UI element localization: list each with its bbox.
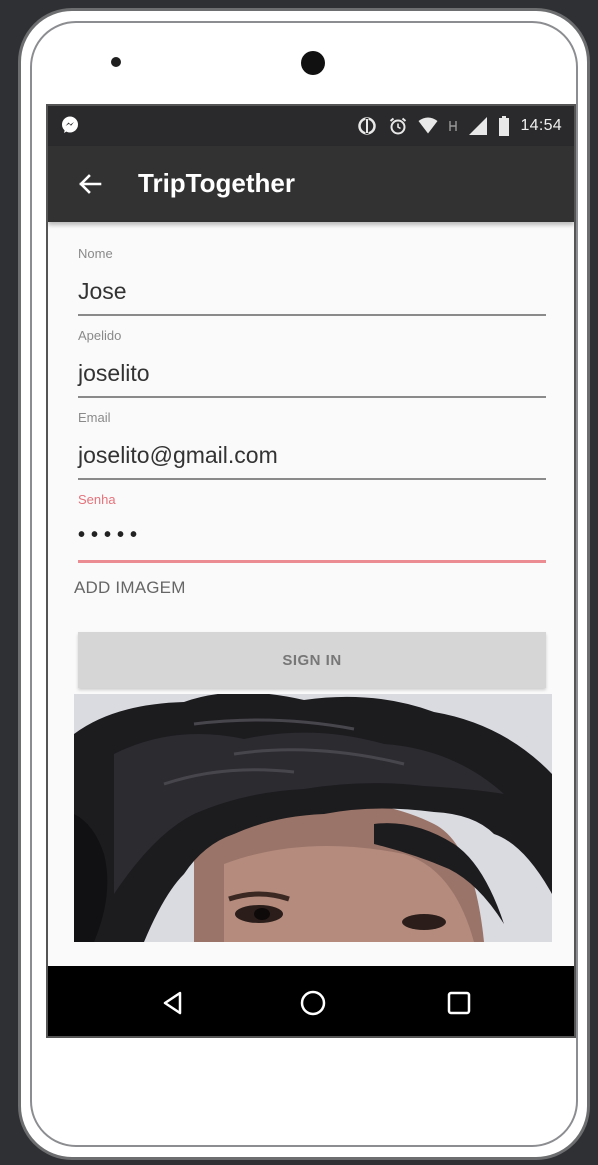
speaker-icon bbox=[111, 57, 121, 67]
senha-underline bbox=[78, 560, 546, 563]
back-triangle-icon[interactable] bbox=[156, 986, 190, 1020]
sign-in-button[interactable]: SIGN IN bbox=[78, 632, 546, 688]
senha-field[interactable]: Senha ••••• bbox=[78, 492, 546, 563]
signal-icon bbox=[469, 117, 488, 135]
nome-input[interactable]: Jose bbox=[78, 278, 546, 308]
app-bar: TripTogether bbox=[48, 146, 574, 222]
status-bar: 14:54 bbox=[48, 106, 574, 146]
apelido-field[interactable]: Apelido joselito bbox=[78, 328, 546, 398]
arrow-back-icon[interactable] bbox=[74, 168, 106, 200]
apelido-label: Apelido bbox=[78, 328, 122, 343]
apelido-input[interactable]: joselito bbox=[78, 360, 546, 390]
add-image-button[interactable]: ADD IMAGEM bbox=[74, 578, 186, 598]
profile-photo-image bbox=[74, 694, 552, 942]
phone-screen: 14:54 TripTogether Nome Jose Apelido jos… bbox=[46, 104, 576, 1038]
nome-field[interactable]: Nome Jose bbox=[78, 246, 546, 316]
data-saver-icon bbox=[358, 117, 377, 135]
battery-icon bbox=[499, 116, 510, 136]
nav-bar bbox=[48, 966, 574, 1036]
messenger-icon bbox=[62, 116, 78, 133]
alarm-icon bbox=[390, 117, 407, 135]
email-label: Email bbox=[78, 410, 111, 425]
nome-label: Nome bbox=[78, 246, 113, 261]
status-icons: 14:54 bbox=[356, 114, 562, 138]
email-field[interactable]: Email joselito@gmail.com bbox=[78, 410, 546, 480]
senha-input[interactable]: ••••• bbox=[78, 524, 546, 554]
front-camera-icon bbox=[301, 51, 325, 75]
email-input[interactable]: joselito@gmail.com bbox=[78, 442, 546, 472]
status-time: 14:54 bbox=[520, 117, 562, 134]
apelido-underline bbox=[78, 396, 546, 398]
email-underline bbox=[78, 478, 546, 480]
wifi-icon bbox=[418, 117, 438, 134]
recents-square-icon[interactable] bbox=[442, 986, 476, 1020]
senha-label: Senha bbox=[78, 492, 116, 507]
nome-underline bbox=[78, 314, 546, 316]
app-title: TripTogether bbox=[138, 168, 295, 198]
profile-photo bbox=[74, 694, 552, 942]
home-circle-icon[interactable] bbox=[296, 986, 330, 1020]
h-network-icon bbox=[449, 121, 458, 131]
